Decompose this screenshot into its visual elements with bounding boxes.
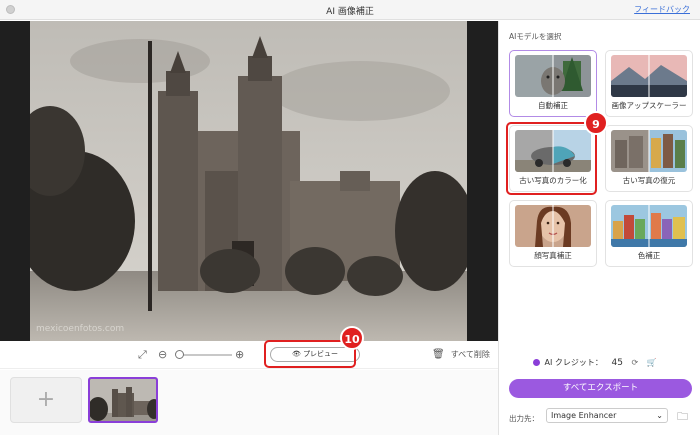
- output-label: 出力先：: [509, 414, 539, 423]
- zoom-slider-track[interactable]: [180, 354, 232, 356]
- delete-all-label: すべて削除: [450, 350, 490, 359]
- delete-all-button[interactable]: 🗑 すべて削除: [432, 349, 490, 360]
- model-card-restore[interactable]: 古い写真の復元: [605, 125, 693, 192]
- zoom-out-icon[interactable]: ⊖: [158, 348, 167, 362]
- model-section-label: AIモデルを選択: [509, 32, 562, 41]
- model-label: 自動補正: [538, 101, 568, 110]
- model-card-face[interactable]: 顔写真補正: [509, 200, 597, 267]
- model-sidebar: AIモデルを選択 自動補正 画像アップスケーラー 古い写真のカラー化 古い写真の…: [498, 21, 700, 435]
- model-card-color-correct[interactable]: 色補正: [605, 200, 693, 267]
- export-all-button[interactable]: すべてエクスポート: [509, 379, 692, 398]
- ai-credits: AI クレジット： 45 ⟳ 🛒: [533, 357, 657, 368]
- refresh-icon[interactable]: ⟳: [631, 358, 638, 367]
- auto-enhance-preview: [515, 55, 591, 97]
- compare-icon[interactable]: ⤢: [138, 348, 147, 362]
- output-value: Image Enhancer: [551, 411, 617, 420]
- feedback-link[interactable]: フィードバック: [634, 4, 690, 15]
- color-correct-preview: [611, 205, 687, 247]
- cart-icon[interactable]: 🛒: [647, 358, 657, 367]
- image-thumbnail[interactable]: [88, 377, 158, 423]
- title-bar: AI 画像補正 フィードバック: [0, 0, 700, 20]
- restore-preview: [611, 130, 687, 172]
- credits-label: AI クレジット：: [544, 358, 603, 367]
- zoom-in-icon[interactable]: ⊕: [235, 348, 244, 362]
- step-badge-10: 10: [340, 326, 364, 350]
- credit-icon: [533, 359, 540, 366]
- face-preview: [515, 205, 591, 247]
- plus-icon: +: [36, 387, 56, 412]
- model-card-upscaler[interactable]: 画像アップスケーラー: [605, 50, 693, 117]
- model-label: 古い写真の復元: [622, 176, 676, 185]
- folder-icon[interactable]: 🗀: [677, 408, 688, 427]
- chevron-down-icon: ⌄: [656, 411, 663, 420]
- output-select[interactable]: Image Enhancer ⌄: [546, 408, 668, 423]
- colorize-highlight-box: [506, 122, 597, 195]
- window-title: AI 画像補正: [326, 7, 374, 17]
- add-image-button[interactable]: +: [10, 377, 82, 423]
- model-label: 顔写真補正: [534, 251, 572, 260]
- canvas-toolbar: ⤢ ⊖ ⊕ 👁 プレビュー 🗑 すべて削除: [0, 341, 498, 369]
- photo-watermark: mexicoenfotos.com: [36, 324, 124, 334]
- filmstrip: +: [0, 370, 498, 435]
- model-label: 色補正: [637, 251, 661, 260]
- model-card-auto-enhance[interactable]: 自動補正: [509, 50, 597, 117]
- step-badge-9: 9: [584, 111, 608, 135]
- model-label: 画像アップスケーラー: [611, 101, 687, 110]
- zoom-slider-handle[interactable]: [175, 350, 184, 359]
- main-photo: mexicoenfotos.com: [30, 21, 467, 341]
- credits-value: 45: [611, 358, 623, 368]
- trash-icon: 🗑: [432, 349, 445, 360]
- image-canvas: mexicoenfotos.com: [0, 21, 498, 341]
- upscaler-preview: [611, 55, 687, 97]
